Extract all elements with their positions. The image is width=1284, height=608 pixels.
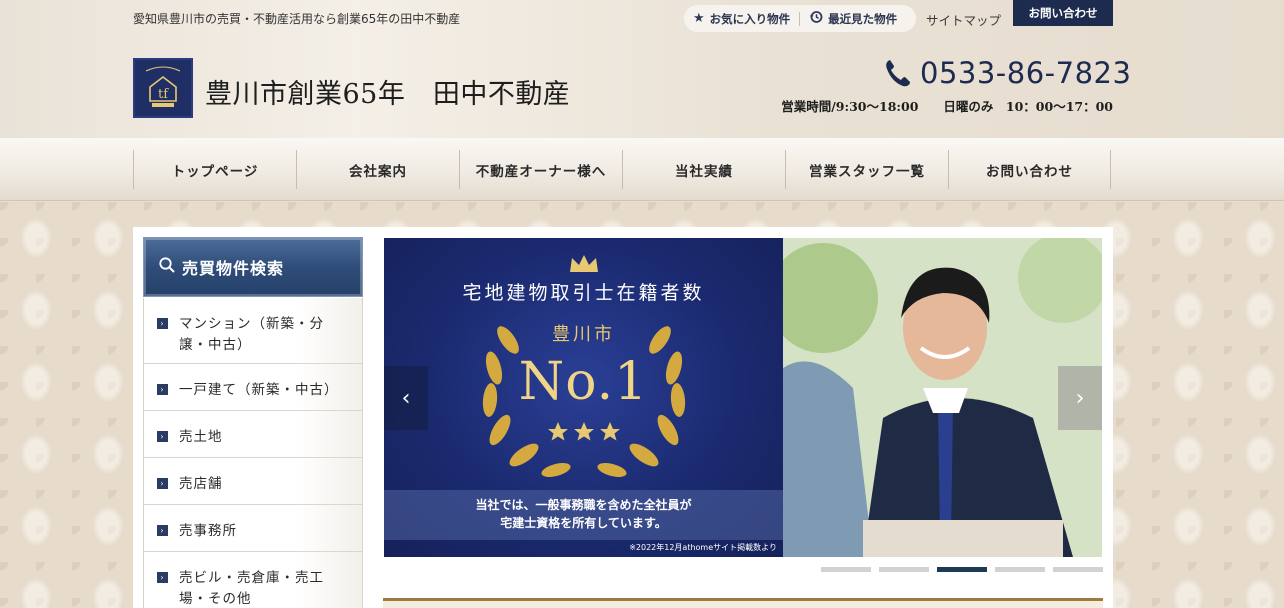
- star-icon: ★: [693, 11, 705, 26]
- recent-label: 最近見た物件: [828, 11, 898, 26]
- slider-dot[interactable]: [821, 567, 871, 572]
- nav-item-company[interactable]: 会社案内: [296, 150, 459, 189]
- sidebar-item-mansion[interactable]: › マンション（新築・分譲・中古）: [144, 298, 362, 364]
- slider-dot[interactable]: [1053, 567, 1103, 572]
- slide-photo: [768, 238, 1102, 557]
- chevron-right-icon: ›: [157, 525, 168, 536]
- sidebar-item-house[interactable]: › 一戸建て（新築・中古）: [144, 364, 362, 411]
- nav-item-top[interactable]: トップページ: [133, 150, 296, 189]
- sidebar-item-office[interactable]: › 売事務所: [144, 505, 362, 552]
- slide-city: 豊川市: [552, 324, 615, 345]
- sidebar-item-label: マンション（新築・分譲・中古）: [179, 316, 324, 353]
- logo-mark: tf: [158, 87, 169, 102]
- slide-caption: 当社では、一般事務職を含めた全社員が 宅建士資格を所有しています。: [384, 490, 783, 540]
- stars-icon: [548, 422, 620, 441]
- history-icon: [809, 10, 823, 28]
- nav-item-results[interactable]: 当社実績: [622, 150, 785, 189]
- sitemap-link[interactable]: サイトマップ: [926, 10, 1001, 29]
- hero-slider[interactable]: 宅地建物取引士在籍者数 豊川市 No.1 当社では、一般事務職を含めた全社員が …: [384, 238, 1102, 557]
- nav-item-staff[interactable]: 営業スタッフ一覧: [785, 150, 948, 189]
- business-hours: 営業時間/9:30～18:00 日曜のみ 10：00～17：00: [781, 99, 1113, 114]
- staff-photo-illustration: [768, 238, 1102, 557]
- recent-link[interactable]: 最近見た物件: [800, 5, 906, 32]
- search-icon: [158, 256, 176, 278]
- site-title[interactable]: 豊川市創業65年 田中不動産: [205, 72, 570, 111]
- chevron-right-icon: ›: [157, 318, 168, 329]
- company-logo[interactable]: tf: [133, 58, 193, 118]
- utility-links: ★ お気に入り物件 最近見た物件: [684, 5, 916, 32]
- nav-item-contact[interactable]: お問い合わせ: [948, 150, 1111, 189]
- chevron-right-icon: ›: [157, 572, 168, 583]
- slider-dot[interactable]: [879, 567, 929, 572]
- crown-icon: [570, 255, 598, 272]
- property-search-menu: › マンション（新築・分譲・中古） › 一戸建て（新築・中古） › 売土地 › …: [143, 298, 363, 608]
- caption-line: 当社では、一般事務職を含めた全社員が: [475, 498, 692, 512]
- contact-button[interactable]: お問い合わせ: [1013, 0, 1113, 26]
- section-divider: [383, 598, 1103, 608]
- phone-icon: [886, 60, 910, 87]
- favorites-link[interactable]: ★ お気に入り物件: [684, 5, 799, 32]
- phone-block[interactable]: 0533-86-7823: [884, 56, 1131, 90]
- nav-items: トップページ 会社案内 不動産オーナー様へ 当社実績 営業スタッフ一覧 お問い合…: [133, 150, 1113, 189]
- logo-emblem-icon: tf: [138, 63, 188, 113]
- sidebar-item-store[interactable]: › 売店舗: [144, 458, 362, 505]
- sidebar-item-land[interactable]: › 売土地: [144, 411, 362, 458]
- header-tagline: 愛知県豊川市の売買・不動産活用なら創業65年の田中不動産: [133, 12, 461, 26]
- sidebar-heading: 売買物件検索: [143, 237, 363, 297]
- sidebar-item-label: 売店舗: [179, 476, 223, 492]
- caption-line: 宅建士資格を所有しています。: [500, 516, 667, 530]
- site-header: 愛知県豊川市の売買・不動産活用なら創業65年の田中不動産 ★ お気に入り物件 最…: [0, 0, 1284, 138]
- sidebar-item-label: 売ビル・売倉庫・売工場・その他: [179, 570, 324, 607]
- slider-dot[interactable]: [937, 567, 987, 572]
- sidebar-item-label: 一戸建て（新築・中古）: [179, 382, 339, 398]
- slider-next-button[interactable]: ›: [1058, 366, 1102, 430]
- sidebar-heading-label: 売買物件検索: [182, 259, 285, 278]
- slider-pagination: [821, 567, 1103, 572]
- nav-item-owners[interactable]: 不動産オーナー様へ: [459, 150, 622, 189]
- favorites-label: お気に入り物件: [709, 11, 791, 26]
- phone-number: 0533-86-7823: [920, 56, 1132, 90]
- sidebar-item-label: 売土地: [179, 429, 223, 445]
- global-nav: トップページ 会社案内 不動産オーナー様へ 当社実績 営業スタッフ一覧 お問い合…: [0, 138, 1284, 201]
- chevron-right-icon: ›: [157, 431, 168, 442]
- chevron-right-icon: ›: [157, 478, 168, 489]
- chevron-right-icon: ›: [157, 384, 168, 395]
- chevron-left-icon: ‹: [401, 385, 411, 411]
- slider-dot[interactable]: [995, 567, 1045, 572]
- chevron-right-icon: ›: [1075, 385, 1085, 411]
- slider-prev-button[interactable]: ‹: [384, 366, 428, 430]
- slide-rank: No.1: [518, 352, 649, 412]
- slide-heading: 宅地建物取引士在籍者数: [462, 282, 705, 304]
- sidebar-item-building[interactable]: › 売ビル・売倉庫・売工場・その他: [144, 552, 362, 608]
- slide-footnote: ※2022年12月athomeサイト掲載数より: [629, 543, 777, 552]
- sidebar-item-label: 売事務所: [179, 523, 237, 539]
- slide-banner: 宅地建物取引士在籍者数 豊川市 No.1 当社では、一般事務職を含めた全社員が …: [384, 238, 783, 557]
